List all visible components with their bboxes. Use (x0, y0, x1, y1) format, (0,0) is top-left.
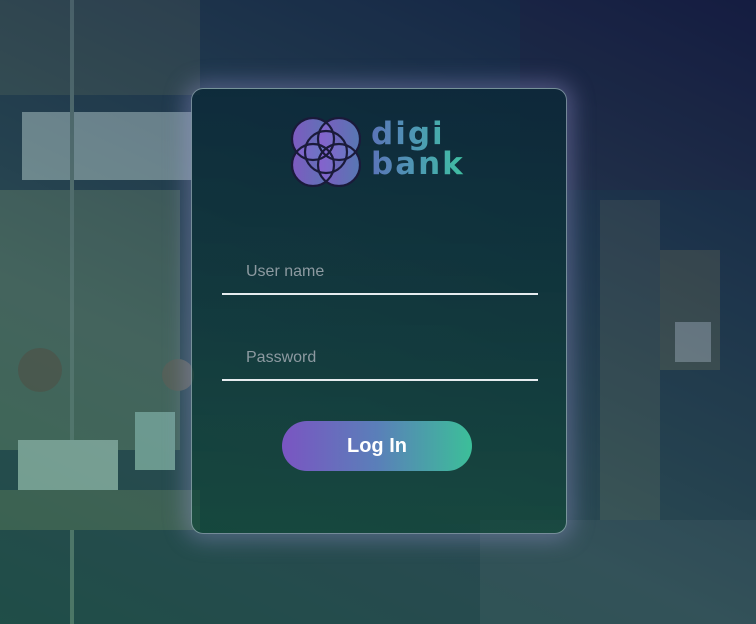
brand-name-line2: bank (371, 146, 465, 182)
login-button[interactable]: Log In (282, 421, 472, 471)
login-card: digi bank Log In (191, 88, 567, 534)
brand-wordmark: digi bank (371, 119, 465, 179)
password-input[interactable] (246, 343, 526, 373)
brand-name-line1: digi (371, 116, 445, 152)
overlapping-circles-icon (291, 117, 361, 187)
password-field (222, 337, 538, 381)
username-field (222, 251, 538, 295)
brand-logo: digi bank (291, 117, 471, 189)
username-input[interactable] (246, 257, 526, 287)
